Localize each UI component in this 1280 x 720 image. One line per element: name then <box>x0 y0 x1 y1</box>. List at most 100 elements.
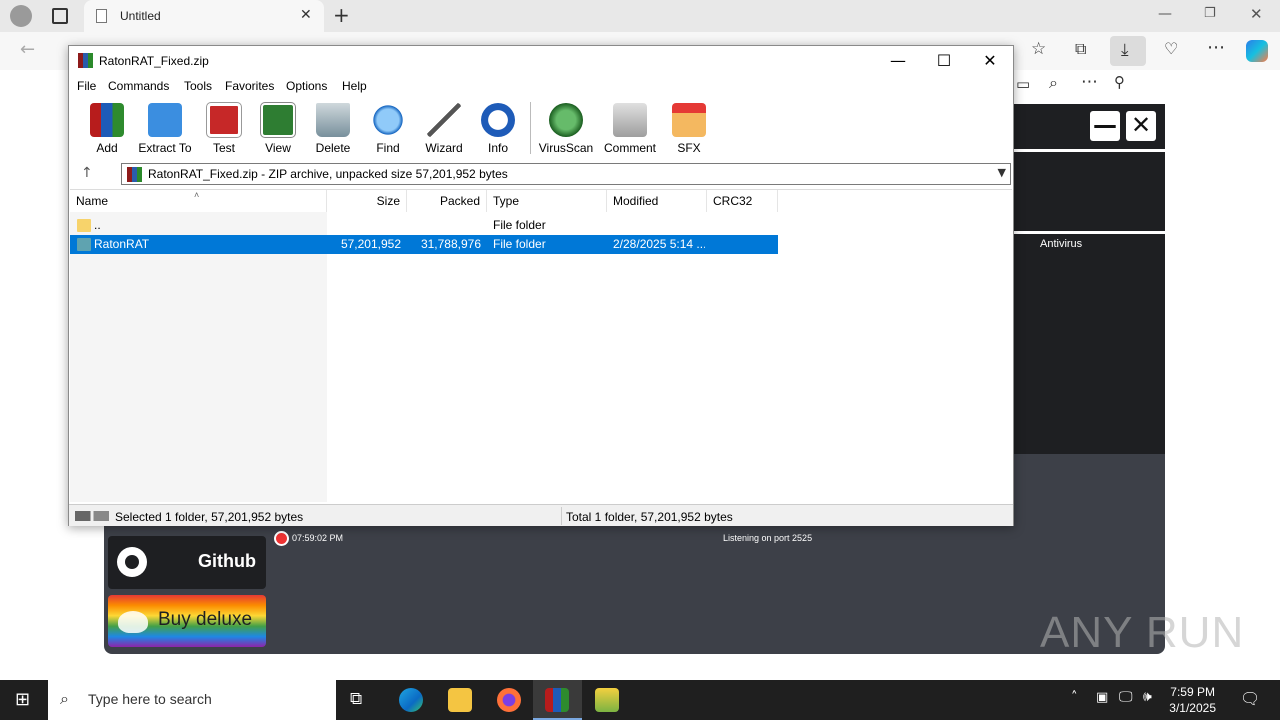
network-icon[interactable]: 🖵 <box>1119 689 1133 705</box>
winrar-taskbar-button[interactable] <box>533 680 582 720</box>
add-button[interactable]: Add <box>77 100 137 158</box>
edge-icon[interactable] <box>399 688 423 712</box>
taskbar: ⊞ ⌕ Type here to search ⧉ ˄ ▣ 🖵 🕪 7:59 P… <box>0 680 1280 720</box>
test-button[interactable]: Test <box>194 100 254 158</box>
view-label: View <box>265 141 291 155</box>
close-tab-icon[interactable]: ✕ <box>300 7 312 23</box>
close-icon[interactable]: ✕ <box>1250 5 1263 23</box>
column-type-label: Type <box>493 194 520 208</box>
menu-options[interactable]: Options <box>286 79 327 93</box>
minimize-icon[interactable]: — <box>1158 6 1172 22</box>
menu-commands[interactable]: Commands <box>108 79 169 93</box>
chevron-down-icon[interactable]: ▼ <box>998 166 1006 179</box>
restore-icon[interactable]: ❐ <box>1204 6 1216 21</box>
maximize-button[interactable]: ☐ <box>921 46 967 76</box>
sfx-label: SFX <box>677 141 701 155</box>
status-total: Total 1 folder, 57,201,952 bytes <box>566 510 733 524</box>
close-button[interactable]: ✕ <box>967 46 1013 76</box>
divider <box>1014 231 1165 234</box>
alarm-clock-icon <box>274 531 289 546</box>
delete-button[interactable]: Delete <box>303 100 363 158</box>
table-row[interactable]: .. File folder <box>70 216 778 235</box>
browser-tab[interactable]: Untitled ✕ <box>84 0 324 32</box>
column-modified-label: Modified <box>613 194 659 208</box>
virusscan-button[interactable]: VirusScan <box>536 100 596 158</box>
comment-button[interactable]: Comment <box>600 100 660 158</box>
sfx-button[interactable]: SFX <box>659 100 719 158</box>
task-view-icon[interactable]: ⧉ <box>350 689 362 709</box>
github-button[interactable]: Github <box>108 536 266 589</box>
minimize-button[interactable]: — <box>875 46 921 76</box>
new-tab-icon[interactable]: + <box>333 3 350 27</box>
extract-to-button[interactable]: Extract To <box>135 100 195 158</box>
profile-avatar[interactable] <box>10 5 32 27</box>
listening-status: Listening on port 2525 <box>723 533 813 543</box>
browser-essentials-icon[interactable]: ♡ <box>1164 39 1178 58</box>
info-label: Info <box>487 141 508 155</box>
window-title: RatonRAT_Fixed.zip <box>99 54 209 68</box>
column-type[interactable]: Type <box>487 190 607 212</box>
ratonrat-minimize-button[interactable]: — <box>1090 111 1120 141</box>
split-screen-icon[interactable]: ▭ <box>1016 75 1030 93</box>
show-hidden-icons-icon[interactable]: ˄ <box>1071 690 1078 705</box>
info-button[interactable]: Info <box>468 100 528 158</box>
ratonrat-close-button[interactable]: ✕ <box>1126 111 1156 141</box>
back-icon[interactable]: ← <box>20 39 35 60</box>
downloads-button[interactable]: ⤓ <box>1110 36 1146 66</box>
folder-icon <box>77 238 91 251</box>
menu-file[interactable]: File <box>77 79 96 93</box>
file-list: Name ˄ Size Packed Type Modified CRC32 ..… <box>70 189 1012 502</box>
clock[interactable]: 7:59 PM 3/1/2025 <box>1169 684 1216 716</box>
search-icon[interactable]: ⌕ <box>1049 73 1058 93</box>
address-field[interactable]: RatonRAT_Fixed.zip - ZIP archive, unpack… <box>121 163 1011 185</box>
pin-icon[interactable]: ⚲ <box>1114 73 1125 91</box>
menu-favorites[interactable]: Favorites <box>225 79 274 93</box>
trash-icon <box>316 103 350 137</box>
file-explorer-icon[interactable] <box>448 688 472 712</box>
sidebar-more-icon[interactable]: ⋯ <box>1081 72 1098 92</box>
tab-actions-icon[interactable] <box>52 8 68 24</box>
column-packed[interactable]: Packed <box>407 190 487 212</box>
favorites-icon[interactable]: ☆ <box>1031 39 1046 59</box>
extract-folder-icon <box>148 103 182 137</box>
watermark: ANY RUN <box>1040 608 1245 657</box>
view-book-icon <box>260 102 296 138</box>
find-button[interactable]: Find <box>358 100 418 158</box>
column-size[interactable]: Size <box>327 190 407 212</box>
taskbar-search-box[interactable]: ⌕ Type here to search <box>48 680 336 720</box>
row-name: .. <box>94 218 101 232</box>
comment-label: Comment <box>603 141 656 155</box>
row-type: File folder <box>493 237 546 251</box>
title-bar[interactable]: RatonRAT_Fixed.zip — ☐ ✕ <box>69 46 1013 76</box>
column-name[interactable]: Name ˄ <box>70 190 327 212</box>
wizard-button[interactable]: Wizard <box>414 100 474 158</box>
column-crc32[interactable]: CRC32 <box>707 190 778 212</box>
view-button[interactable]: View <box>248 100 308 158</box>
firefox-icon[interactable] <box>497 688 521 712</box>
ratonrat-icon[interactable] <box>595 688 619 712</box>
up-arrow-icon[interactable]: ↑ <box>81 165 101 183</box>
buy-deluxe-button[interactable]: Buy deluxe <box>108 595 266 647</box>
winrar-icon <box>545 688 569 712</box>
date-text: 3/1/2025 <box>1169 701 1216 715</box>
table-row[interactable]: RatonRAT 57,201,952 31,788,976 File fold… <box>70 235 778 254</box>
volume-icon[interactable]: 🕪 <box>1143 689 1152 705</box>
list-header: Name ˄ Size Packed Type Modified CRC32 <box>70 190 1012 212</box>
drive-icon[interactable] <box>75 511 109 521</box>
more-icon[interactable]: ⋯ <box>1207 37 1225 58</box>
row-packed: 31,788,976 <box>420 237 481 251</box>
windows-start-icon[interactable]: ⊞ <box>15 689 30 710</box>
ratonrat-side-panel <box>1014 104 1165 454</box>
menu-help[interactable]: Help <box>342 79 367 93</box>
archive-icon <box>127 167 142 182</box>
column-modified[interactable]: Modified <box>607 190 707 212</box>
notification-icon[interactable]: 🗨 <box>1240 689 1260 708</box>
comment-icon <box>613 103 647 137</box>
column-packed-label: Packed <box>439 194 480 208</box>
name-column-bg <box>70 212 327 502</box>
add-archive-icon <box>90 103 124 137</box>
device-icon[interactable]: ▣ <box>1096 690 1108 705</box>
menu-tools[interactable]: Tools <box>184 79 212 93</box>
collections-icon[interactable]: ⧉ <box>1075 39 1086 59</box>
copilot-icon[interactable] <box>1246 40 1268 62</box>
